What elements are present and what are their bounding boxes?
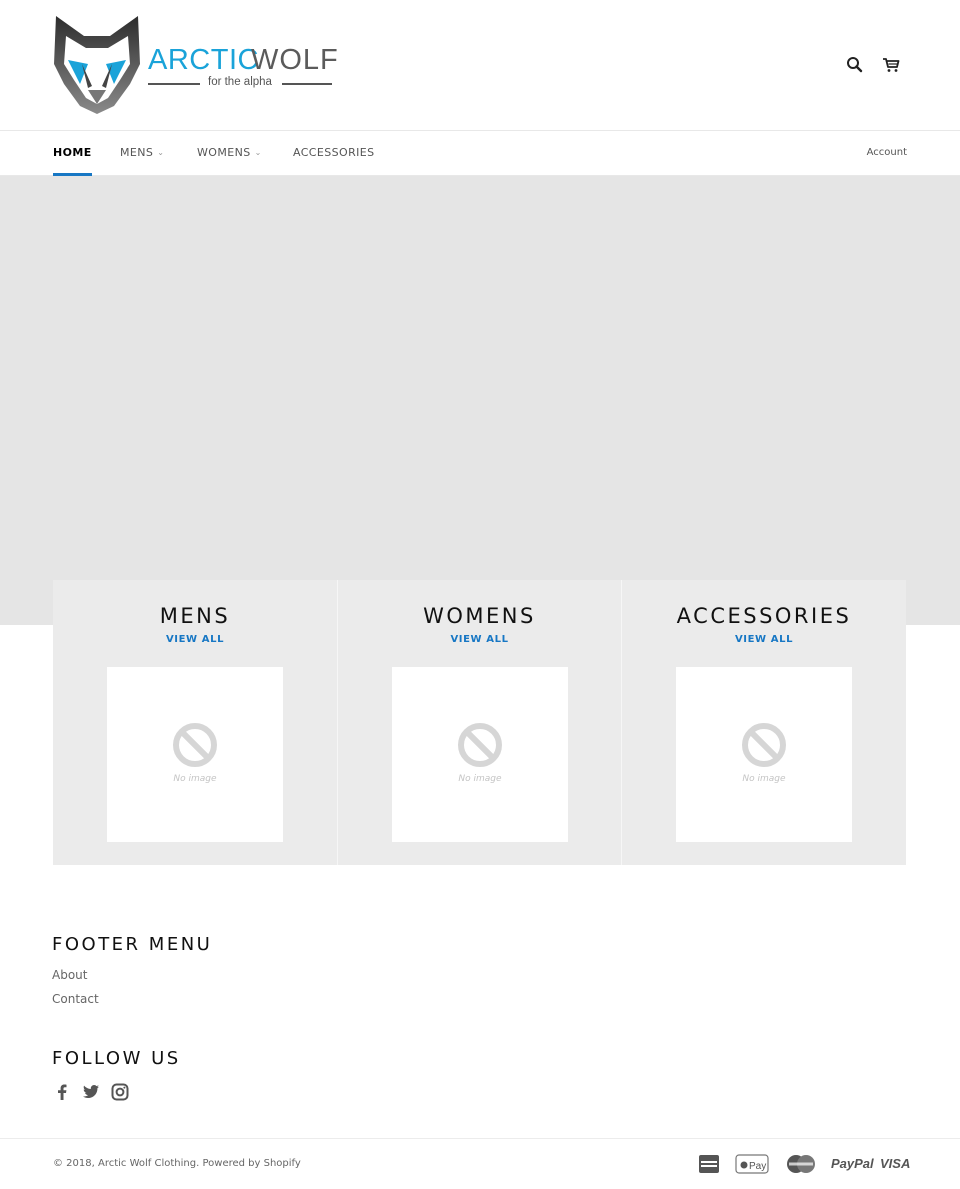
collection-title: ACCESSORIES	[676, 604, 852, 628]
collection-image-placeholder: No image	[676, 667, 852, 842]
footer-divider	[0, 1138, 960, 1139]
collection-image-placeholder: No image	[392, 667, 568, 842]
view-all-link[interactable]: VIEW ALL	[53, 634, 337, 645]
collection-list: MENS VIEW ALL No image WOMENS VIEW ALL N…	[53, 580, 906, 865]
logo-word-wolf: WOLF	[251, 44, 339, 76]
logo-tagline: for the alpha	[208, 76, 272, 88]
twitter-icon[interactable]	[81, 1082, 101, 1102]
nav-accessories-label: ACCESSORIES	[293, 146, 375, 159]
nav-womens-label: WOMENS	[197, 146, 251, 159]
nav-mens[interactable]: MENS ⌄	[120, 131, 164, 176]
view-all-link[interactable]: VIEW ALL	[338, 634, 621, 645]
site-header: ARCTIC WOLF for the alpha	[0, 0, 960, 131]
apple-pay-icon: Pay	[735, 1154, 769, 1174]
collection-card-mens[interactable]: MENS VIEW ALL No image	[53, 580, 337, 865]
no-image-icon	[458, 723, 502, 767]
no-image-text: No image	[173, 774, 217, 784]
store-name-link[interactable]: Arctic Wolf Clothing	[98, 1158, 196, 1169]
logo-rule-left	[148, 83, 200, 85]
logo-word-arctic: ARCTIC	[148, 44, 259, 76]
search-icon[interactable]	[845, 55, 865, 75]
paypal-icon: PayPal	[831, 1156, 874, 1171]
no-image-text: No image	[458, 774, 502, 784]
mastercard-icon	[787, 1155, 815, 1173]
chevron-down-icon: ⌄	[157, 148, 165, 157]
logo-rule-right	[282, 83, 332, 85]
collection-title: MENS	[159, 604, 231, 628]
follow-us-heading: FOLLOW US	[52, 1048, 181, 1069]
chevron-down-icon: ⌄	[254, 148, 262, 157]
account-link[interactable]: Account	[867, 131, 907, 176]
facebook-icon[interactable]	[52, 1082, 72, 1102]
no-image-text: No image	[742, 774, 786, 784]
nav-womens[interactable]: WOMENS ⌄	[197, 131, 262, 176]
collection-card-accessories[interactable]: ACCESSORIES VIEW ALL No image	[621, 580, 906, 865]
nav-accessories[interactable]: ACCESSORIES	[293, 131, 375, 176]
nav-home-label: HOME	[53, 146, 92, 159]
nav-mens-label: MENS	[120, 146, 154, 159]
hero-banner	[0, 176, 960, 625]
collection-image-placeholder: No image	[107, 667, 283, 842]
visa-icon: VISA	[880, 1156, 911, 1171]
footer-link-contact[interactable]: Contact	[52, 992, 99, 1006]
no-image-icon	[173, 723, 217, 767]
footer-link-about[interactable]: About	[52, 968, 87, 982]
copyright-text: © 2018, Arctic Wolf Clothing. Powered by…	[53, 1158, 301, 1169]
no-image-icon	[742, 723, 786, 767]
powered-by-link[interactable]: . Powered by Shopify	[196, 1158, 301, 1169]
footer-menu-heading: FOOTER MENU	[52, 934, 213, 955]
svg-text:Pay: Pay	[749, 1161, 766, 1172]
cart-icon[interactable]	[881, 55, 901, 75]
wolf-head-icon	[54, 16, 140, 114]
collection-card-womens[interactable]: WOMENS VIEW ALL No image	[337, 580, 621, 865]
copyright-prefix: © 2018,	[53, 1158, 98, 1169]
main-nav: HOME MENS ⌄ WOMENS ⌄ ACCESSORIES Account	[0, 131, 960, 176]
collection-title: WOMENS	[423, 604, 536, 628]
nav-home[interactable]: HOME	[53, 131, 92, 176]
american-express-icon	[699, 1155, 719, 1173]
arctic-wolf-logo[interactable]: ARCTIC WOLF for the alpha	[52, 14, 342, 116]
view-all-link[interactable]: VIEW ALL	[622, 634, 906, 645]
instagram-icon[interactable]	[110, 1082, 130, 1102]
